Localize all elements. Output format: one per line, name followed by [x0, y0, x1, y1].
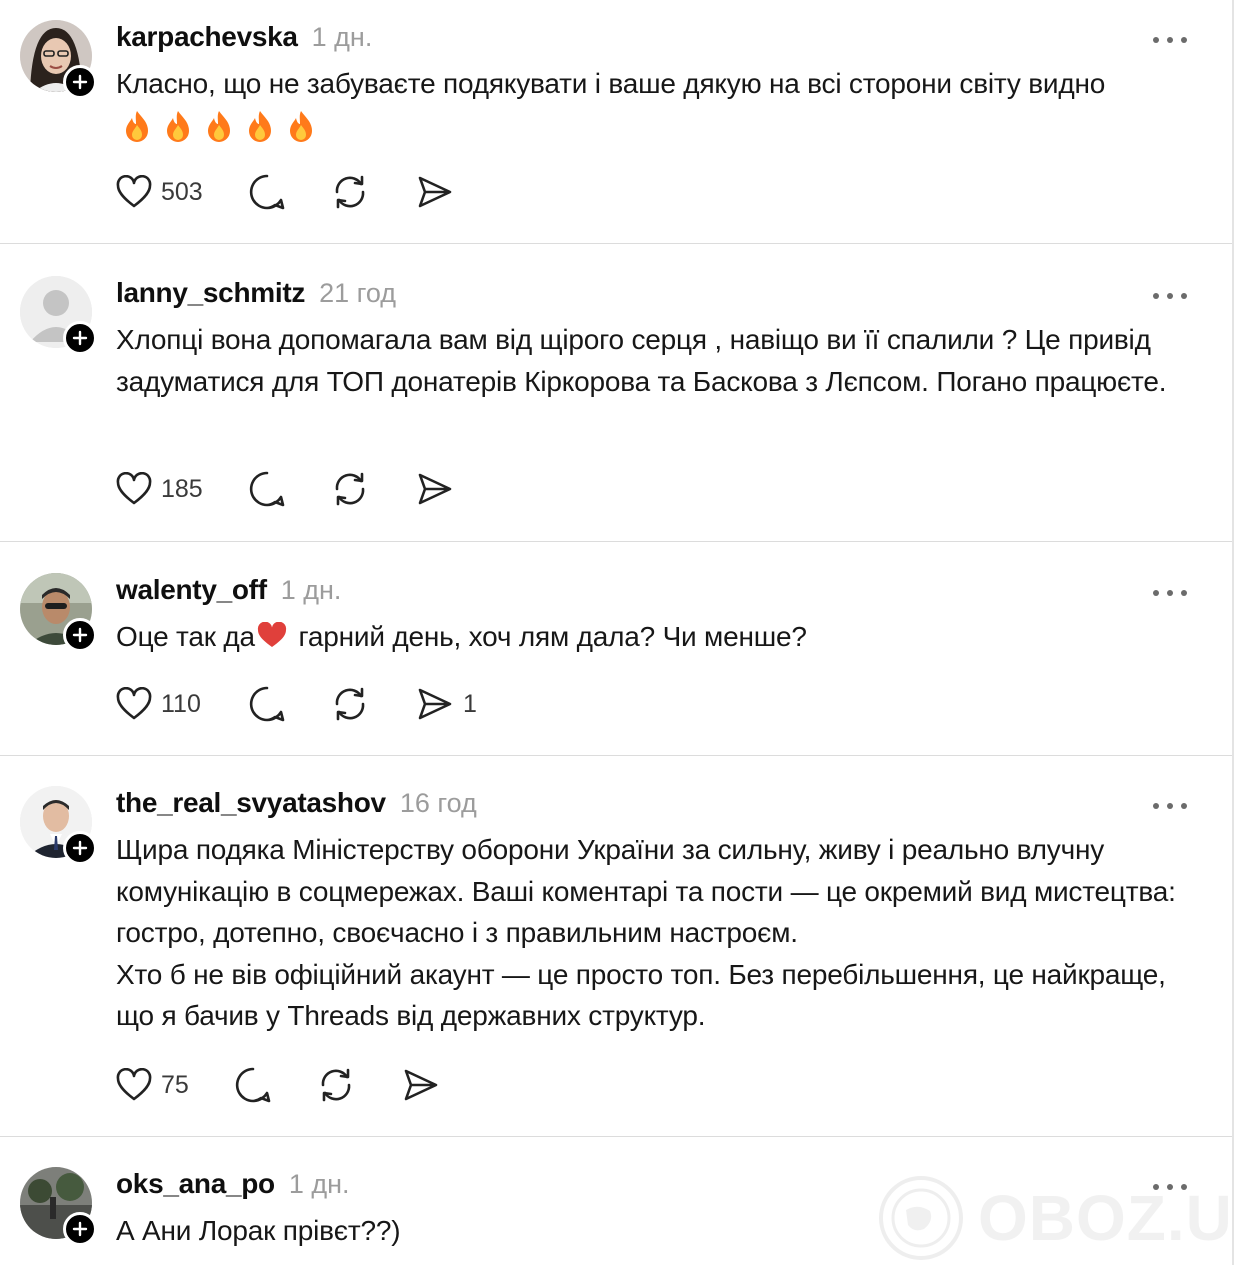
fire-emoji-icon [126, 111, 148, 142]
plus-icon [72, 627, 88, 643]
reply-button[interactable] [234, 1063, 281, 1107]
like-count: 75 [161, 1070, 189, 1099]
red-heart-emoji-icon [257, 622, 286, 647]
post-divider [0, 1136, 1232, 1137]
repost-button[interactable] [317, 1063, 364, 1107]
comment-bubble-icon [249, 686, 285, 722]
username[interactable]: the_real_svyatashov [116, 787, 386, 819]
repost-icon [335, 175, 365, 209]
more-options-icon[interactable] [1150, 290, 1190, 302]
comment-bubble-icon [249, 174, 285, 210]
heart-icon [116, 1068, 152, 1101]
plus-icon [72, 840, 88, 856]
more-options-icon[interactable] [1150, 587, 1190, 599]
thread-reply: walenty_off 1 дн. Оце так да гарний день… [0, 573, 1232, 733]
share-count: 1 [463, 689, 477, 718]
fire-emoji-icon [290, 111, 312, 142]
username[interactable]: walenty_off [116, 574, 267, 606]
share-button[interactable]: 1 [416, 682, 477, 726]
thread-reply: lanny_schmitz 21 год Хлопці вона допомаг… [0, 276, 1232, 516]
timestamp[interactable]: 1 дн. [312, 22, 373, 53]
repost-icon [321, 1068, 351, 1102]
post-divider [0, 243, 1232, 244]
post-text-before: Оце так да [116, 621, 255, 652]
reply-button[interactable] [248, 467, 295, 511]
follow-plus-button[interactable] [63, 65, 97, 99]
fire-emoji-icon [167, 111, 189, 142]
globe-icon [879, 1176, 963, 1260]
fire-emoji-row [122, 109, 316, 143]
like-button[interactable]: 503 [116, 170, 203, 214]
send-icon [418, 473, 452, 505]
username[interactable]: karpachevska [116, 21, 298, 53]
watermark: OBOZ.UA [878, 1172, 1234, 1264]
heart-icon [116, 472, 152, 505]
reply-button[interactable] [248, 682, 295, 726]
repost-button[interactable] [331, 682, 378, 726]
post-header: lanny_schmitz 21 год [116, 276, 396, 310]
post-header: walenty_off 1 дн. [116, 573, 341, 607]
watermark-text: OBOZ.UA [978, 1182, 1234, 1254]
heart-icon [116, 175, 152, 208]
more-options-icon[interactable] [1150, 800, 1190, 812]
follow-plus-button[interactable] [63, 1212, 97, 1246]
thread-reply: karpachevska 1 дн. Класно, що не забуває… [0, 20, 1232, 225]
post-divider [0, 541, 1232, 542]
post-text-after: гарний день, хоч лям дала? Чи менше? [290, 621, 807, 652]
send-icon [418, 688, 452, 720]
like-button[interactable]: 185 [116, 467, 203, 511]
send-icon [418, 176, 452, 208]
thread-reply: the_real_svyatashov 16 год Щира подяка М… [0, 786, 1232, 1116]
post-text: Оце так да гарний день, хоч лям дала? Чи… [116, 616, 1201, 658]
comment-bubble-icon [249, 471, 285, 507]
share-button[interactable] [416, 170, 463, 214]
plus-icon [72, 74, 88, 90]
repost-button[interactable] [331, 170, 378, 214]
repost-icon [335, 687, 365, 721]
fire-emoji-icon [208, 111, 230, 142]
post-text: Щира подяка Міністерству оборони України… [116, 829, 1201, 1037]
like-button[interactable]: 110 [116, 682, 201, 726]
post-divider [0, 755, 1232, 756]
more-options-icon[interactable] [1150, 34, 1190, 46]
heart-icon [116, 687, 152, 720]
post-text: Хлопці вона допомагала вам від щірого се… [116, 324, 1167, 397]
post-header: the_real_svyatashov 16 год [116, 786, 477, 820]
fire-emoji-icon [249, 111, 271, 142]
repost-button[interactable] [331, 467, 378, 511]
username[interactable]: oks_ana_po [116, 1168, 275, 1200]
post-text-paragraph: Щира подяка Міністерству оборони України… [116, 834, 1176, 948]
post-header: oks_ana_po 1 дн. [116, 1167, 350, 1201]
reply-button[interactable] [248, 170, 295, 214]
post-header: karpachevska 1 дн. [116, 20, 372, 54]
like-count: 185 [161, 474, 203, 503]
like-button[interactable]: 75 [116, 1063, 189, 1107]
username[interactable]: lanny_schmitz [116, 277, 305, 309]
timestamp[interactable]: 1 дн. [281, 575, 342, 606]
plus-icon [72, 1221, 88, 1237]
timestamp[interactable]: 1 дн. [289, 1169, 350, 1200]
plus-icon [72, 330, 88, 346]
timestamp[interactable]: 21 год [319, 278, 396, 309]
timestamp[interactable]: 16 год [400, 788, 477, 819]
send-icon [404, 1069, 438, 1101]
like-count: 503 [161, 177, 203, 206]
follow-plus-button[interactable] [63, 321, 97, 355]
follow-plus-button[interactable] [63, 618, 97, 652]
share-button[interactable] [416, 467, 463, 511]
repost-icon [335, 472, 365, 506]
follow-plus-button[interactable] [63, 831, 97, 865]
share-button[interactable] [402, 1063, 449, 1107]
comment-bubble-icon [235, 1067, 271, 1103]
post-text-paragraph: Хто б не вів офіційний акаунт — це прост… [116, 958, 1166, 1032]
post-text: Класно, що не забуваєте подякувати і ваш… [116, 68, 1106, 99]
like-count: 110 [161, 689, 201, 718]
